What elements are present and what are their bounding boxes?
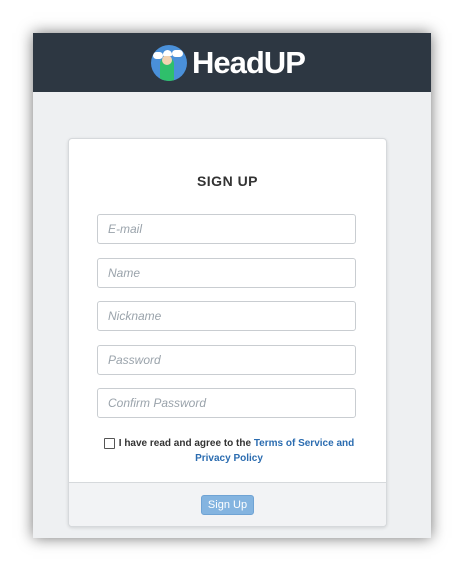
terms-checkbox[interactable] <box>103 438 115 449</box>
confirm-password-field[interactable] <box>97 388 356 418</box>
sign-up-button[interactable]: Sign Up <box>201 495 254 515</box>
agreement-text: I have read and agree to the <box>118 438 252 449</box>
privacy-policy-link[interactable]: Privacy Policy <box>195 453 263 464</box>
headup-logo-icon <box>151 45 187 81</box>
nickname-field[interactable] <box>97 301 356 331</box>
signup-card: SIGN UP I have read and agree to the Ter… <box>68 138 387 527</box>
name-field[interactable] <box>97 258 356 288</box>
brand-logo[interactable]: HeadUP <box>151 44 306 82</box>
password-field[interactable] <box>97 345 356 375</box>
top-bar: HeadUP <box>33 33 431 92</box>
brand-name: HeadUP <box>192 45 306 80</box>
card-footer: Sign Up <box>69 482 386 526</box>
email-field[interactable] <box>97 214 356 244</box>
terms-agreement: I have read and agree to the Terms of Se… <box>99 436 359 466</box>
form-title: SIGN UP <box>196 173 259 189</box>
terms-of-service-link[interactable]: Terms of Service and <box>254 436 354 451</box>
app-window: HeadUP SIGN UP I have read and agree to … <box>33 33 431 538</box>
